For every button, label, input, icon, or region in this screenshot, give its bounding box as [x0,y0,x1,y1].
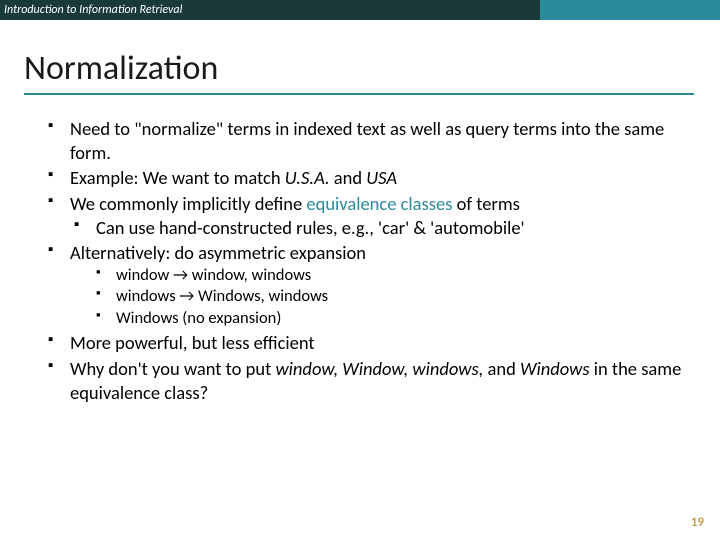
title-underline [24,93,694,95]
bullet-text-highlight: equivalence classes [306,192,452,215]
bullet-text: windows → Windows, windows [116,286,328,306]
bullet-text-italic: window, Window, windows, [275,357,483,380]
bullet-item: Alternatively: do asymmetric expansion w… [48,241,690,329]
sub-sub-bullet-item: windows → Windows, windows [96,286,690,307]
title-block: Normalization [24,48,720,95]
bullet-text: Why don't you want to put [70,357,275,380]
bullet-text: Windows (no expansion) [116,308,281,328]
header-course-title: Introduction to Information Retrieval [4,3,182,17]
bullet-item: Why don't you want to put window, Window… [48,357,690,404]
bullet-text: Can use hand-constructed rules, e.g., 'c… [96,216,525,239]
bullet-list: Need to "normalize" terms in indexed tex… [48,117,690,404]
bullet-text: We commonly implicitly define [70,192,306,215]
bullet-text-italic: U.S.A. [285,166,330,189]
sub-sub-bullet-item: window → window, windows [96,265,690,286]
content-area: Need to "normalize" terms in indexed tex… [48,117,690,404]
sub-bullet-item: Can use hand-constructed rules, e.g., 'c… [74,216,690,240]
bullet-text-italic: Windows [520,357,590,380]
slide-title: Normalization [24,48,720,91]
bullet-item: More powerful, but less efficient [48,331,690,355]
sub-sub-bullet-list: window → window, windows windows → Windo… [96,265,690,329]
bullet-text: window → window, windows [116,265,311,285]
sub-bullet-list: Can use hand-constructed rules, e.g., 'c… [74,216,690,240]
bullet-item: We commonly implicitly define equivalenc… [48,192,690,239]
bullet-text: of terms [452,192,519,215]
page-number: 19 [691,515,704,530]
bullet-text: and [330,166,367,189]
bullet-item: Need to "normalize" terms in indexed tex… [48,117,690,164]
bullet-text-italic: USA [366,166,397,189]
bullet-text: Example: We want to match [70,166,285,189]
bullet-text: and [483,357,520,380]
bullet-text: Alternatively: do asymmetric expansion [70,241,366,264]
bullet-item: Example: We want to match U.S.A. and USA [48,166,690,190]
bullet-text: Need to "normalize" terms in indexed tex… [70,117,664,164]
bullet-text: More powerful, but less efficient [70,331,315,354]
sub-sub-bullet-item: Windows (no expansion) [96,308,690,329]
header-bar: Introduction to Information Retrieval [0,0,720,20]
